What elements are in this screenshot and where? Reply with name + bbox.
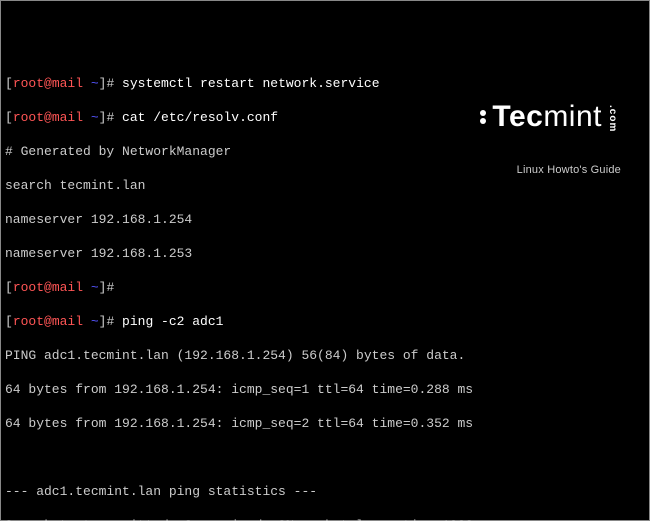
prompt-line: [root@mail ~]# systemctl restart network… bbox=[5, 75, 645, 92]
prompt-user: root@mail bbox=[13, 76, 83, 91]
output-line: --- adc1.tecmint.lan ping statistics --- bbox=[5, 483, 645, 500]
output-line: 64 bytes from 192.168.1.254: icmp_seq=1 … bbox=[5, 381, 645, 398]
output-line: PING adc1.tecmint.lan (192.168.1.254) 56… bbox=[5, 347, 645, 364]
terminal-window[interactable]: Tecmint.com Linux Howto's Guide [root@ma… bbox=[0, 0, 650, 521]
output-line: 2 packets transmitted, 2 received, 0% pa… bbox=[5, 517, 645, 521]
prompt-path: ~ bbox=[83, 76, 99, 91]
prompt-line: [root@mail ~]# cat /etc/resolv.conf bbox=[5, 109, 645, 126]
output-line: nameserver 192.168.1.254 bbox=[5, 211, 645, 228]
command-input[interactable]: ping -c2 adc1 bbox=[122, 314, 223, 329]
output-line: search tecmint.lan bbox=[5, 177, 645, 194]
command-input[interactable]: systemctl restart network.service bbox=[122, 76, 379, 91]
prompt-line: [root@mail ~]# ping -c2 adc1 bbox=[5, 313, 645, 330]
output-line: nameserver 192.168.1.253 bbox=[5, 245, 645, 262]
output-blank bbox=[5, 449, 645, 466]
command-input[interactable]: cat /etc/resolv.conf bbox=[122, 110, 278, 125]
prompt-line: [root@mail ~]# bbox=[5, 279, 645, 296]
output-line: 64 bytes from 192.168.1.254: icmp_seq=2 … bbox=[5, 415, 645, 432]
output-line: # Generated by NetworkManager bbox=[5, 143, 645, 160]
